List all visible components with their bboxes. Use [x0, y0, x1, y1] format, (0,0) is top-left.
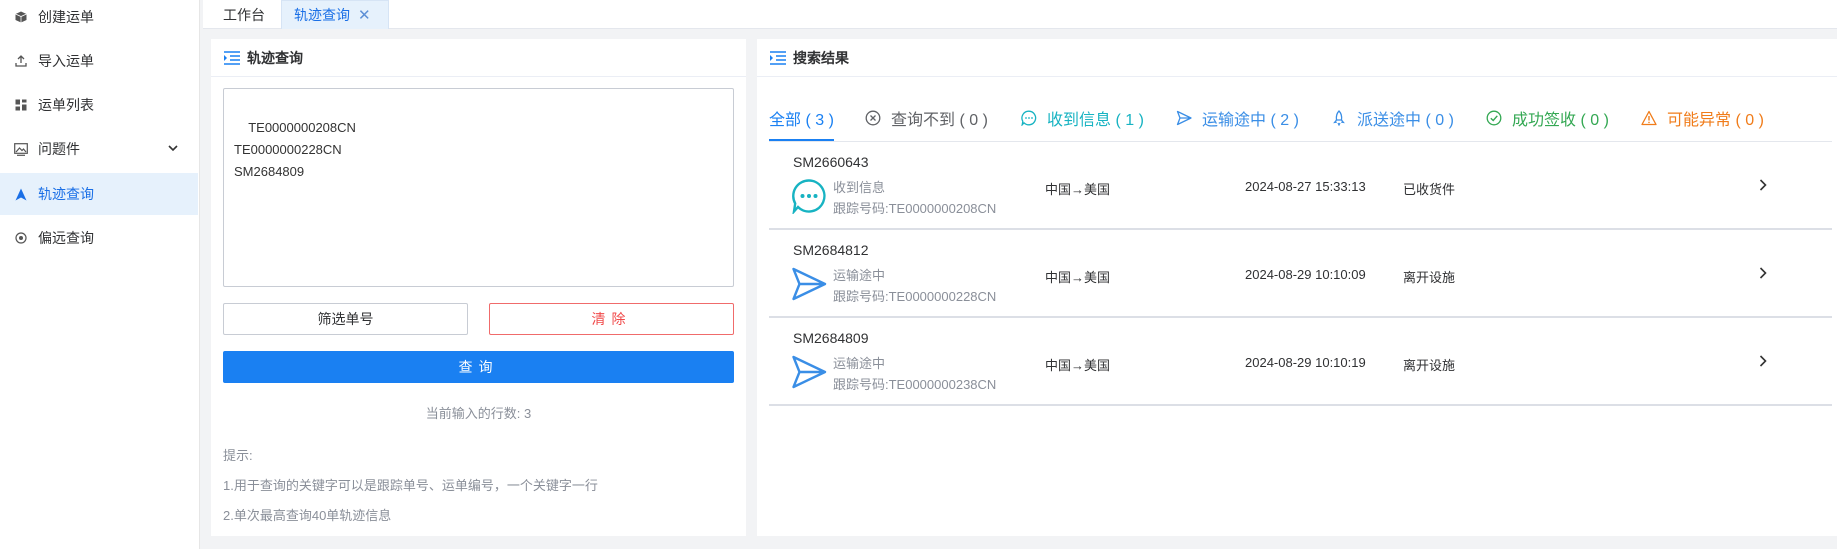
send-icon: [791, 354, 827, 390]
close-icon[interactable]: ✕: [358, 8, 371, 23]
status-tab-exception[interactable]: 可能异常 ( 0 ): [1641, 99, 1764, 137]
navigation-icon: [14, 187, 28, 201]
results-panel: 搜索结果 全部 ( 3 ) 查询不到 ( 0 ) 收到信息 ( 1 ) 运输途中…: [757, 39, 1837, 536]
status-tab-label: 全部 ( 3 ): [769, 112, 834, 129]
event-time: 2024-08-29 10:10:19: [1245, 355, 1366, 370]
sidebar-item-label: 运单列表: [38, 97, 94, 113]
warning-icon: [1641, 110, 1657, 126]
sidebar-item-waybill-list[interactable]: 运单列表: [0, 84, 198, 126]
status-tab-label: 运输途中 ( 2 ): [1202, 112, 1299, 129]
status-tab-not-found[interactable]: 查询不到 ( 0 ): [865, 99, 988, 137]
sidebar-item-remote-query[interactable]: 偏远查询: [0, 217, 198, 259]
waybill-number: SM2660643: [793, 154, 869, 170]
event-description: 离开设施: [1403, 358, 1456, 373]
sidebar-item-track-query[interactable]: 轨迹查询: [0, 173, 198, 215]
tip-line: 1.用于查询的关键字可以是跟踪单号、运单编号，一个关键字一行: [223, 478, 598, 493]
target-icon: [14, 231, 28, 245]
event-description: 离开设施: [1403, 270, 1456, 285]
waybill-number: SM2684812: [793, 242, 869, 258]
result-row[interactable]: SM2660643 收到信息 跟踪号码:TE0000000208CN 中国→美国…: [769, 142, 1832, 230]
status-tab-delivering[interactable]: 派送途中 ( 0 ): [1331, 99, 1454, 137]
circle-x-icon: [865, 110, 881, 126]
route: 中国→美国: [1045, 182, 1111, 197]
send-icon: [1176, 110, 1192, 126]
result-row[interactable]: SM2684812 运输途中 跟踪号码:TE0000000228CN 中国→美国…: [769, 230, 1832, 318]
filter-numbers-button[interactable]: 筛选单号: [223, 303, 468, 335]
sidebar-item-label: 创建运单: [38, 9, 94, 25]
chat-bubble-icon: [791, 178, 827, 216]
upload-icon: [14, 54, 28, 68]
image-icon: [14, 142, 28, 156]
sidebar-item-problem-items[interactable]: 问题件: [0, 128, 198, 170]
panel-title-text: 搜索结果: [793, 49, 849, 66]
route: 中国→美国: [1045, 358, 1111, 373]
sidebar-item-import-waybill[interactable]: 导入运单: [0, 40, 198, 82]
send-icon: [791, 266, 827, 302]
route: 中国→美国: [1045, 270, 1111, 285]
line-count-text: 当前输入的行数: 3: [425, 406, 532, 421]
sidebar-item-label: 问题件: [38, 141, 80, 157]
sidebar-item-label: 导入运单: [38, 53, 94, 69]
box-icon: [14, 10, 28, 24]
status-tab-received[interactable]: 收到信息 ( 1 ): [1021, 99, 1144, 137]
tip-line: 2.单次最高查询40单轨迹信息: [223, 508, 392, 523]
tracking-numbers-input[interactable]: TE0000000208CN TE0000000228CN SM2684809: [223, 88, 734, 287]
chevron-down-icon: [166, 141, 180, 155]
tabs-bar: 工作台 轨迹查询 ✕: [203, 0, 1837, 29]
status-text: 收到信息: [833, 180, 886, 195]
sidebar-item-create-waybill[interactable]: 创建运单: [0, 0, 198, 38]
button-label: 清除: [591, 311, 632, 327]
status-tab-in-transit[interactable]: 运输途中 ( 2 ): [1176, 99, 1299, 137]
sidebar: 创建运单 导入运单 运单列表 问题件 轨迹查询 偏远查询: [0, 0, 200, 549]
status-tab-label: 派送途中 ( 0 ): [1357, 112, 1454, 129]
status-tab-label: 收到信息 ( 1 ): [1047, 112, 1144, 129]
tab-label: 轨迹查询: [294, 7, 350, 23]
resize-handle-icon[interactable]: [722, 275, 732, 285]
panel-title-text: 轨迹查询: [247, 49, 303, 66]
tab-track-query[interactable]: 轨迹查询 ✕: [281, 0, 389, 29]
grid-icon: [14, 98, 28, 112]
button-label: 筛选单号: [317, 311, 374, 327]
tab-workbench[interactable]: 工作台: [223, 0, 273, 29]
status-tab-all[interactable]: 全部 ( 3 ): [769, 99, 834, 137]
clear-button[interactable]: 清除: [489, 303, 734, 335]
tracking-numbers-value: TE0000000208CN TE0000000228CN SM2684809: [234, 120, 356, 179]
status-text: 运输途中: [833, 356, 886, 371]
sidebar-item-label: 偏远查询: [38, 230, 94, 246]
panel-title: 轨迹查询: [211, 39, 746, 77]
result-row[interactable]: SM2684809 运输途中 跟踪号码:TE0000000238CN 中国→美国…: [769, 318, 1832, 406]
list-indent-icon: [223, 50, 241, 65]
tracking-number: 跟踪号码:TE0000000228CN: [833, 289, 997, 304]
sidebar-item-label: 轨迹查询: [38, 186, 94, 202]
status-tabs: 全部 ( 3 ) 查询不到 ( 0 ) 收到信息 ( 1 ) 运输途中 ( 2 …: [769, 99, 1837, 141]
panel-title: 搜索结果: [757, 39, 1837, 77]
list-indent-icon: [769, 50, 787, 65]
event-time: 2024-08-29 10:10:09: [1245, 267, 1366, 282]
status-text: 运输途中: [833, 268, 886, 283]
status-tab-label: 成功签收 ( 0 ): [1512, 112, 1609, 129]
tracking-number: 跟踪号码:TE0000000208CN: [833, 201, 997, 216]
chevron-right-icon[interactable]: [1756, 354, 1770, 368]
chat-bubble-icon: [1021, 110, 1037, 126]
waybill-number: SM2684809: [793, 330, 869, 346]
tips-title: 提示:: [223, 448, 253, 463]
check-circle-icon: [1486, 110, 1502, 126]
chevron-right-icon[interactable]: [1756, 178, 1770, 192]
tracking-number: 跟踪号码:TE0000000238CN: [833, 377, 997, 392]
event-description: 已收货件: [1403, 182, 1456, 197]
chevron-right-icon[interactable]: [1756, 266, 1770, 280]
button-label: 查询: [458, 359, 499, 375]
rocket-icon: [1331, 110, 1347, 126]
query-panel: 轨迹查询 TE0000000208CN TE0000000228CN SM268…: [211, 39, 746, 536]
tab-label: 工作台: [223, 6, 265, 23]
event-time: 2024-08-27 15:33:13: [1245, 179, 1366, 194]
status-tab-label: 可能异常 ( 0 ): [1667, 112, 1764, 129]
query-button[interactable]: 查询: [223, 351, 734, 383]
status-tab-signed[interactable]: 成功签收 ( 0 ): [1486, 99, 1609, 137]
status-tab-label: 查询不到 ( 0 ): [891, 112, 988, 129]
